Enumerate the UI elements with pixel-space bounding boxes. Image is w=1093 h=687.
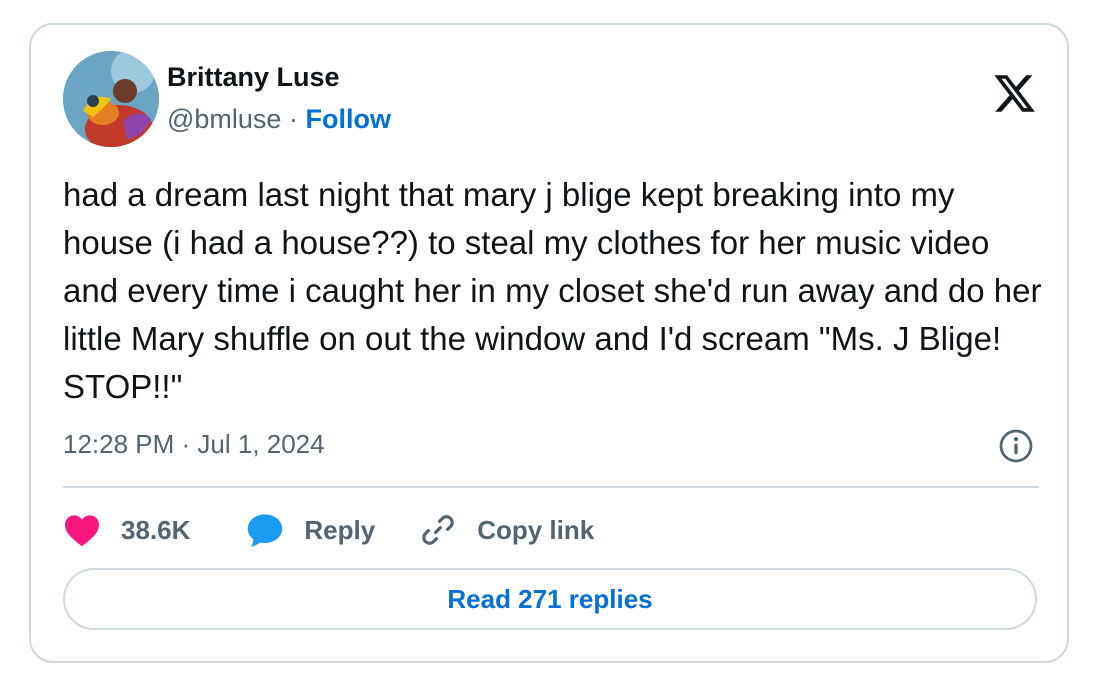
reply-button[interactable]: Reply	[246, 512, 375, 548]
handle-separator: ·	[288, 104, 298, 134]
avatar-photo	[63, 51, 159, 147]
copy-link-button[interactable]: Copy link	[419, 511, 594, 549]
like-count: 38.6K	[121, 514, 191, 545]
reply-label: Reply	[304, 514, 376, 545]
tweet-timestamp[interactable]: 12:28 PM · Jul 1, 2024	[63, 427, 325, 461]
tweet-card: Brittany Luse @bmluse · Follow had a dre…	[29, 23, 1069, 663]
avatar[interactable]	[63, 51, 159, 147]
author-display-name[interactable]: Brittany Luse	[167, 61, 391, 93]
x-logo-icon[interactable]	[992, 71, 1037, 116]
info-icon[interactable]	[998, 428, 1034, 464]
action-bar: 38.6K Reply Copy link	[63, 509, 594, 551]
author-block: Brittany Luse @bmluse · Follow	[167, 61, 391, 135]
follow-link[interactable]: Follow	[305, 104, 390, 134]
heart-icon	[65, 515, 99, 547]
author-handle[interactable]: @bmluse	[167, 104, 281, 134]
author-handle-line: @bmluse · Follow	[167, 103, 391, 135]
divider	[63, 486, 1039, 488]
read-replies-button[interactable]: Read 271 replies	[63, 568, 1037, 630]
like-button[interactable]: 38.6K	[63, 513, 190, 547]
speech-bubble-icon	[248, 514, 283, 548]
link-icon	[422, 515, 454, 545]
copy-link-label: Copy link	[477, 514, 595, 545]
tweet-text: had a dream last night that mary j blige…	[63, 176, 1042, 405]
